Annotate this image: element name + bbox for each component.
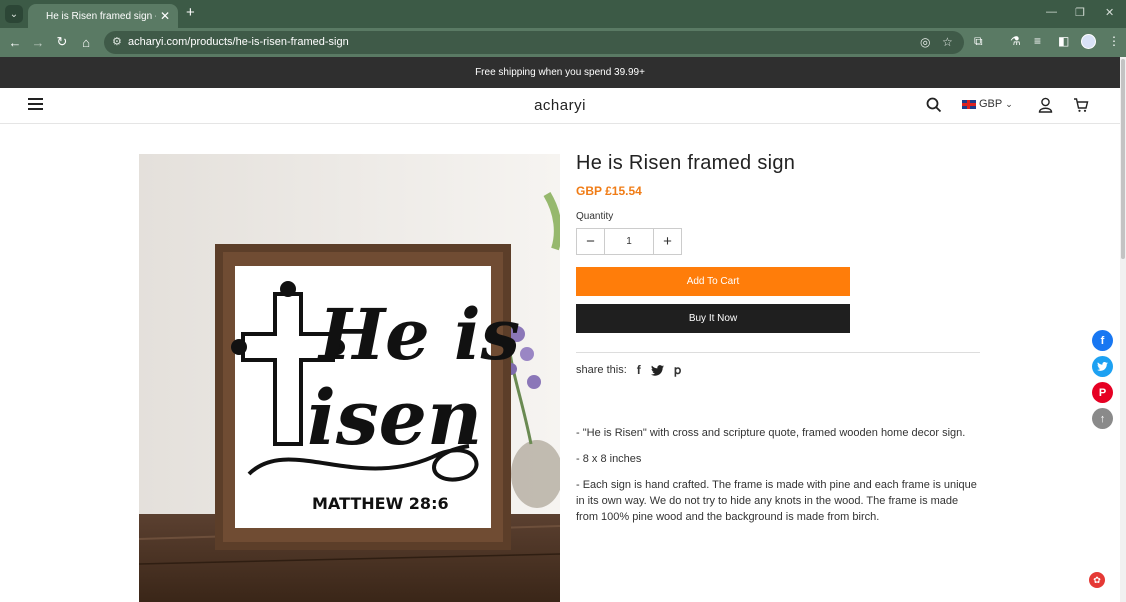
currency-label: GBP <box>979 98 1003 110</box>
close-icon[interactable]: ✕ <box>160 9 170 23</box>
back-icon[interactable]: ← <box>6 33 24 51</box>
divider <box>576 352 980 353</box>
browser-tab[interactable]: He is Risen framed sign - achar ✕ <box>28 4 178 28</box>
url-text: acharyi.com/products/he-is-risen-framed-… <box>128 36 349 48</box>
profile-avatar-icon[interactable] <box>1081 34 1096 49</box>
share-bar: share this: f 𝗉 <box>576 363 681 377</box>
reload-icon[interactable]: ↻ <box>53 33 71 51</box>
scrollbar-thumb[interactable] <box>1121 59 1125 259</box>
brand-logo[interactable]: acharyi <box>0 97 1120 114</box>
quantity-input[interactable] <box>604 229 654 254</box>
sign-text-line2: isen <box>307 373 482 462</box>
share-label: share this: <box>576 364 627 376</box>
new-tab-icon[interactable]: + <box>186 5 195 21</box>
product-image[interactable]: He is isen MATTHEW 28:6 <box>139 154 560 602</box>
quantity-label: Quantity <box>576 211 614 222</box>
browser-toolbar: ← → ↻ ⌂ ⚙ acharyi.com/products/he-is-ris… <box>0 28 1126 57</box>
facebook-icon[interactable]: f <box>1092 330 1113 351</box>
decrease-quantity-button[interactable]: − <box>577 229 604 254</box>
increase-quantity-button[interactable]: + <box>654 229 681 254</box>
product-price: GBP £15.54 <box>576 184 642 198</box>
twitter-share-icon[interactable] <box>650 364 664 376</box>
address-bar[interactable]: ⚙ acharyi.com/products/he-is-risen-frame… <box>104 31 964 54</box>
buy-now-button[interactable]: Buy It Now <box>576 304 850 333</box>
currency-selector[interactable]: GBP ⌄ <box>962 98 1013 110</box>
side-panel-icon[interactable]: ◧ <box>1058 34 1069 48</box>
home-icon[interactable]: ⌂ <box>77 33 95 51</box>
pinterest-icon[interactable]: P <box>1092 382 1113 403</box>
product-photo: He is isen MATTHEW 28:6 <box>139 154 560 602</box>
bookmark-star-icon[interactable]: ☆ <box>942 35 953 49</box>
product-title: He is Risen framed sign <box>576 152 796 174</box>
labs-icon[interactable]: ⚗ <box>1010 34 1021 48</box>
browser-tab-bar: ⌄ He is Risen framed sign - achar ✕ + — … <box>0 0 1126 28</box>
tab-title: He is Risen framed sign - achar <box>46 10 156 22</box>
sign-verse-text: MATTHEW 28:6 <box>312 494 449 513</box>
back-to-top-icon[interactable]: ↑ <box>1092 408 1113 429</box>
chat-widget-icon[interactable]: ✿ <box>1089 572 1105 588</box>
twitter-icon[interactable] <box>1092 356 1113 377</box>
chevron-down-icon: ⌄ <box>1005 98 1013 109</box>
description-line-2: - 8 x 8 inches <box>576 453 642 465</box>
description-line-1: - "He is Risen" with cross and scripture… <box>576 427 966 439</box>
minimize-icon[interactable]: — <box>1046 6 1057 18</box>
tab-search-icon[interactable]: ⌄ <box>5 5 23 23</box>
pinterest-share-icon[interactable]: 𝗉 <box>674 363 682 377</box>
facebook-share-icon[interactable]: f <box>637 363 641 377</box>
add-to-cart-button[interactable]: Add To Cart <box>576 267 850 296</box>
restore-icon[interactable]: ❐ <box>1075 6 1085 19</box>
extensions-icon[interactable]: ⧉ <box>974 34 983 49</box>
forward-icon[interactable]: → <box>29 33 47 51</box>
uk-flag-icon <box>962 99 976 109</box>
announcement-bar: Free shipping when you spend 39.99+ <box>0 57 1120 88</box>
cart-icon[interactable] <box>1073 97 1089 113</box>
site-header: acharyi GBP ⌄ <box>0 88 1120 124</box>
quantity-stepper: − + <box>576 228 682 255</box>
site-info-icon[interactable]: ⚙ <box>112 35 122 48</box>
menu-dots-icon[interactable]: ⋮ <box>1108 34 1120 48</box>
sign-text-line1: He is <box>317 293 520 376</box>
media-icon[interactable]: ≡ <box>1034 34 1041 48</box>
description-paragraph: - Each sign is hand crafted. The frame i… <box>576 479 977 523</box>
account-icon[interactable] <box>1038 97 1053 113</box>
search-icon[interactable] <box>926 97 942 113</box>
page-scrollbar[interactable] <box>1120 57 1126 602</box>
window-close-icon[interactable]: ✕ <box>1105 6 1114 19</box>
eye-off-icon[interactable]: ◎ <box>920 35 930 49</box>
